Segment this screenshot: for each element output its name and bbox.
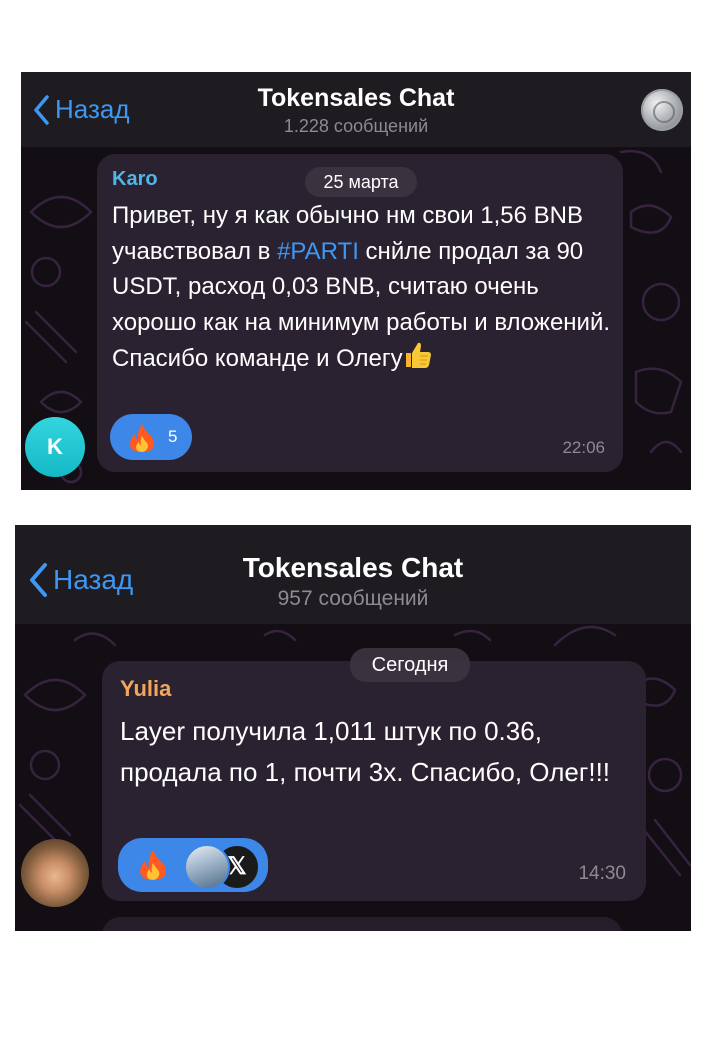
date-separator: Сегодня bbox=[350, 648, 470, 682]
chat-title[interactable]: Tokensales Chat bbox=[15, 552, 691, 584]
sender-name[interactable]: Yulia bbox=[120, 676, 171, 702]
fire-icon bbox=[140, 850, 166, 880]
chat-header: Назад Tokensales Chat 957 сообщений bbox=[15, 525, 691, 624]
message-time: 14:30 bbox=[578, 863, 626, 884]
message-text: Layer получила 1,011 штук по 0.36, прода… bbox=[120, 716, 611, 787]
sender-name[interactable]: Karo bbox=[112, 168, 158, 191]
reactor-avatar bbox=[184, 844, 230, 890]
hashtag-link[interactable]: #PARTI bbox=[277, 238, 359, 265]
message-bubble[interactable]: Yulia Layer получила 1,011 штук по 0.36,… bbox=[102, 661, 646, 901]
message-count: 1.228 сообщений bbox=[283, 116, 429, 136]
chat-avatar[interactable] bbox=[641, 89, 683, 131]
reaction-button[interactable]: 𝕏 bbox=[118, 838, 268, 892]
chat-screenshot-1: Назад Tokensales Chat 1.228 сообщений Ka… bbox=[21, 72, 691, 490]
reaction-count: 5 bbox=[168, 427, 178, 446]
message-text: Привет, ну я как обычно нм свои 1,56 BNB… bbox=[112, 198, 612, 381]
thumbs-up-icon bbox=[403, 340, 433, 381]
reaction-button[interactable]: 5 bbox=[110, 414, 192, 460]
chat-header: Назад Tokensales Chat 1.228 сообщений bbox=[21, 72, 691, 147]
fire-icon bbox=[130, 424, 154, 452]
next-message-bubble bbox=[102, 917, 622, 931]
sender-avatar[interactable] bbox=[21, 839, 89, 907]
message-count: 957 сообщений bbox=[277, 587, 429, 610]
chat-screenshot-2: Назад Tokensales Chat 957 сообщений Yuli… bbox=[15, 525, 691, 931]
chat-title[interactable]: Tokensales Chat bbox=[21, 84, 691, 113]
message-bubble[interactable]: Karo Привет, ну я как обычно нм свои 1,5… bbox=[97, 154, 623, 472]
date-separator: 25 марта bbox=[305, 167, 417, 197]
message-time: 22:06 bbox=[562, 438, 605, 457]
sender-avatar[interactable]: K bbox=[25, 417, 85, 477]
